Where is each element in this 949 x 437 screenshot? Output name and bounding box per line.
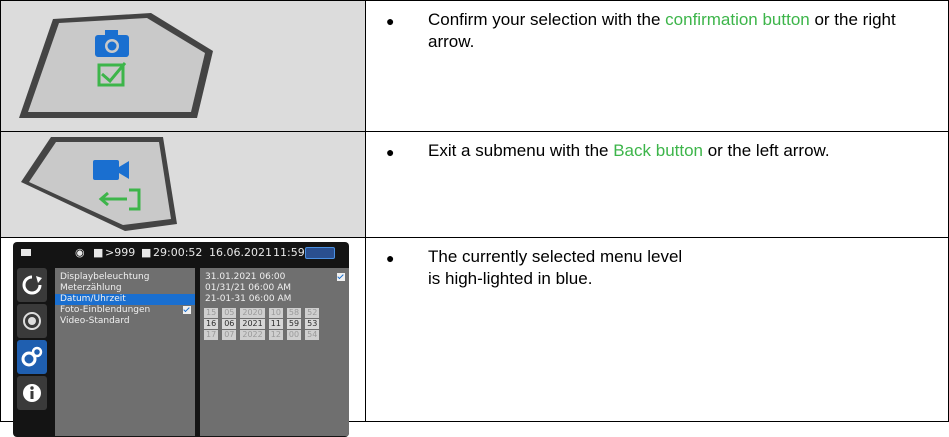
menu-item-meterzaehlung[interactable]: Meterzählung (55, 283, 195, 294)
status-date: 16.06.2021 (209, 246, 272, 259)
row-confirm: ● Confirm your selection with the confir… (0, 0, 949, 132)
picker-day[interactable]: 15 16 17 (204, 308, 219, 341)
instruction-table: ● Confirm your selection with the confir… (0, 0, 949, 437)
charge-icon (305, 247, 335, 259)
bullet-icon: ● (386, 250, 395, 266)
gears-icon[interactable] (17, 340, 47, 374)
battery-icon (21, 249, 31, 256)
status-time: 11:59 (273, 246, 305, 259)
rotate-settings-icon[interactable] (17, 268, 47, 302)
video-back-icon (21, 137, 177, 231)
picker-year[interactable]: 2020 2021 2022 (240, 308, 265, 341)
back-button-illustration (0, 131, 366, 238)
confirm-instruction: Confirm your selection with the confirma… (428, 10, 896, 51)
device-screen-cell: ◉ ■ >999 ■ 29:00:52 16.06.2021 11:59 Dis… (0, 237, 366, 437)
status-bar: ◉ ■ >999 ■ 29:00:52 16.06.2021 11:59 (13, 242, 349, 264)
row-selected-level: ◉ ■ >999 ■ 29:00:52 16.06.2021 11:59 Dis… (0, 237, 949, 437)
date-time-picker[interactable]: 15 16 17 05 06 07 2020 2021 2022 10 11 12 58 59 00… (204, 308, 323, 341)
menu-item-displaybeleuchtung[interactable]: Displaybeleuchtung (55, 272, 195, 283)
selected-level-text-cell: ● The currently selected menu level is h… (365, 237, 949, 422)
menu-item-foto-einblendungen[interactable]: Foto-Einblendungen (55, 305, 195, 316)
info-icon[interactable] (17, 376, 47, 410)
confirm-text-cell: ● Confirm your selection with the confir… (365, 0, 949, 132)
picker-month[interactable]: 05 06 07 (222, 308, 237, 341)
checkbox-icon[interactable] (183, 306, 191, 314)
date-format-2[interactable]: 01/31/21 06:00 AM (200, 283, 349, 294)
picker-second[interactable]: 52 53 54 (305, 308, 320, 341)
picker-hour[interactable]: 10 11 12 (268, 308, 283, 341)
picker-minute[interactable]: 58 59 00 (286, 308, 302, 341)
bullet-icon: ● (386, 13, 395, 29)
back-text-cell: ● Exit a submenu with the Back button or… (365, 131, 949, 238)
camera-head-icon[interactable] (17, 304, 47, 338)
date-format-3[interactable]: 21-01-31 06:00 AM (200, 294, 349, 305)
row-back: ● Exit a submenu with the Back button or… (0, 131, 949, 238)
confirm-button-illustration (0, 0, 366, 132)
menu-item-video-standard[interactable]: Video-Standard (55, 316, 195, 327)
recording-time: 29:00:52 (153, 246, 203, 259)
menu-sidebar (17, 268, 47, 412)
camera-confirm-icon (19, 13, 213, 118)
selected-level-instruction: The currently selected menu level is hig… (428, 247, 683, 288)
date-format-1[interactable]: 31.01.2021 06:00 (200, 272, 349, 283)
record-icon: ◉ (75, 246, 85, 259)
shot-count: >999 (105, 246, 136, 259)
device-screen: ◉ ■ >999 ■ 29:00:52 16.06.2021 11:59 Dis… (13, 242, 349, 437)
bullet-icon: ● (386, 144, 395, 160)
video-icon: ■ (141, 246, 152, 259)
back-instruction: Exit a submenu with the Back button or t… (428, 141, 830, 160)
camera-icon: ■ (93, 246, 104, 259)
menu-item-datum-uhrzeit[interactable]: Datum/Uhrzeit (55, 294, 195, 305)
checkbox-icon[interactable] (337, 273, 345, 281)
